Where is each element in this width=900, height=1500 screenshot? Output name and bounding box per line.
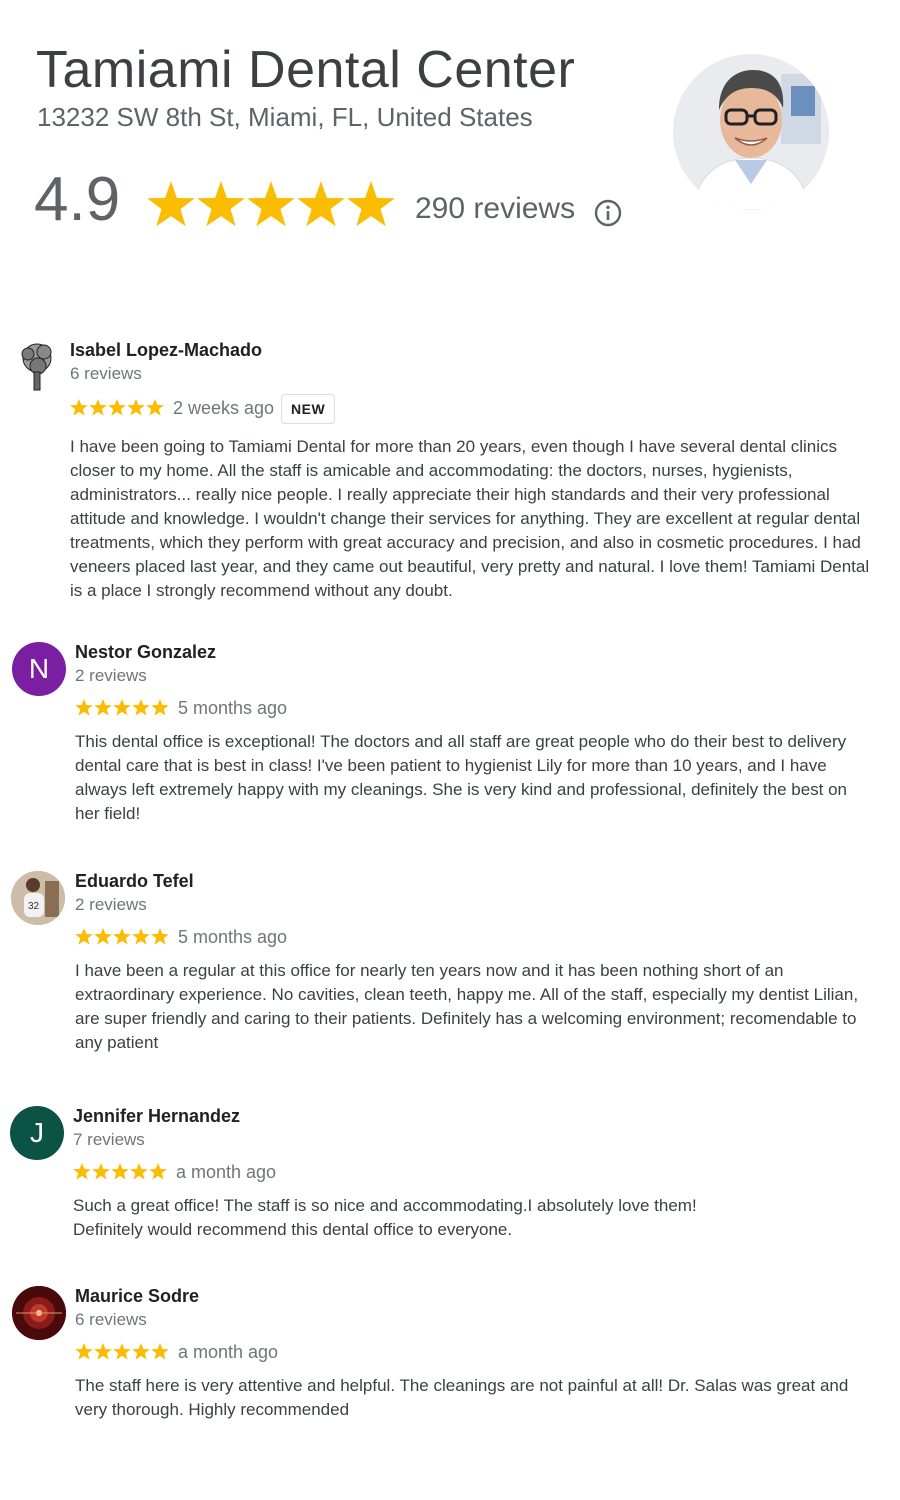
star-icon (75, 928, 93, 945)
reviewer-name[interactable]: Maurice Sodre (75, 1286, 199, 1307)
reviewer-name[interactable]: Eduardo Tefel (75, 871, 194, 892)
star-icon (113, 1343, 131, 1360)
rating-summary: 4.9 290 reviews (34, 164, 654, 244)
star-icon (127, 399, 145, 416)
reviewer-avatar[interactable]: 32 (11, 871, 65, 925)
review-item: 32 Eduardo Tefel 2 reviews 5 months ago … (0, 865, 900, 1065)
star-icon (92, 1163, 110, 1180)
reviewer-avatar[interactable]: J (10, 1106, 64, 1160)
reviewer-name[interactable]: Isabel Lopez-Machado (70, 340, 262, 361)
star-icon (111, 1163, 129, 1180)
review-text: This dental office is exceptional! The d… (75, 732, 848, 823)
business-header: Tamiami Dental Center 13232 SW 8th St, M… (0, 0, 900, 260)
star-icon (94, 1343, 112, 1360)
new-badge: NEW (281, 394, 336, 424)
review-time: 2 weeks ago (173, 398, 275, 418)
star-icon (147, 181, 195, 227)
review-item: J Jennifer Hernandez 7 reviews a month a… (0, 1100, 900, 1260)
star-icon (151, 928, 169, 945)
star-icon (151, 699, 169, 716)
star-icon (149, 1163, 167, 1180)
rating-stars (146, 179, 396, 234)
reviewer-review-count: 7 reviews (73, 1130, 145, 1149)
rating-value: 4.9 (34, 165, 121, 234)
review-item: N Nestor Gonzalez 2 reviews 5 months ago… (0, 636, 900, 836)
reviewer-avatar[interactable] (12, 1286, 66, 1340)
svg-text:32: 32 (28, 901, 40, 912)
reviewer-review-count: 6 reviews (70, 364, 142, 383)
reviewer-name[interactable]: Jennifer Hernandez (73, 1106, 240, 1127)
star-icon (132, 928, 150, 945)
business-name: Tamiami Dental Center (36, 41, 576, 99)
star-icon (146, 399, 164, 416)
reviewer-review-count: 6 reviews (75, 1310, 147, 1329)
review-item: Isabel Lopez-Machado 6 reviews 2 weeks a… (0, 334, 900, 614)
reviewer-avatar[interactable]: N (12, 642, 66, 696)
review-time: 5 months ago (178, 698, 288, 718)
star-icon (75, 1343, 93, 1360)
review-stars (73, 1162, 167, 1182)
review-stars (75, 698, 169, 718)
review-stars (70, 398, 164, 418)
review-text: The staff here is very attentive and hel… (75, 1376, 849, 1419)
review-time: a month ago (178, 1342, 279, 1362)
reviewer-name[interactable]: Nestor Gonzalez (75, 642, 216, 663)
review-text: I have been a regular at this office for… (75, 961, 859, 1052)
star-icon (113, 928, 131, 945)
star-icon (132, 1343, 150, 1360)
reviewer-review-count: 2 reviews (75, 895, 147, 914)
star-icon (73, 1163, 91, 1180)
star-icon (130, 1163, 148, 1180)
star-icon (75, 699, 93, 716)
star-icon (247, 181, 295, 227)
star-icon (132, 699, 150, 716)
review-time: 5 months ago (178, 927, 288, 947)
reviewer-avatar[interactable] (10, 340, 64, 394)
star-icon (347, 181, 395, 227)
review-item: Maurice Sodre 6 reviews a month ago The … (0, 1280, 900, 1440)
star-icon (89, 399, 107, 416)
review-time: a month ago (176, 1162, 277, 1182)
reviewer-review-count: 2 reviews (75, 666, 147, 685)
star-icon (197, 181, 245, 227)
review-text: Such a great office! The staff is so nic… (73, 1196, 697, 1239)
star-icon (108, 399, 126, 416)
star-icon (151, 1343, 169, 1360)
star-icon (94, 699, 112, 716)
star-icon (297, 181, 345, 227)
business-address: 13232 SW 8th St, Miami, FL, United State… (37, 102, 533, 132)
star-icon (70, 399, 88, 416)
dentist-photo (673, 54, 829, 210)
review-stars (75, 1342, 169, 1362)
review-stars (75, 927, 169, 947)
review-text: I have been going to Tamiami Dental for … (70, 437, 870, 600)
info-icon[interactable] (594, 199, 622, 227)
star-icon (94, 928, 112, 945)
review-count[interactable]: 290 reviews (415, 192, 575, 226)
star-icon (113, 699, 131, 716)
